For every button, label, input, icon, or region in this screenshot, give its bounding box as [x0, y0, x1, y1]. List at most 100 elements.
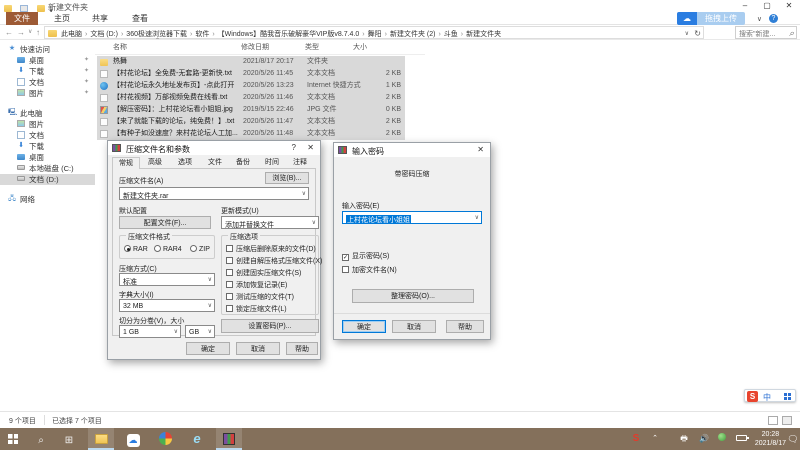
- file-row-txt[interactable]: 【来了就能下载的论坛，纯免费！】.txt 2020/5/26 11:47 文本文…: [97, 116, 405, 128]
- forward-icon[interactable]: →: [17, 28, 25, 37]
- method-select[interactable]: 标准: [119, 273, 215, 286]
- action-center-button[interactable]: 🗨: [786, 428, 800, 450]
- column-header-name[interactable]: 名称: [113, 42, 127, 52]
- sidebar-item-this-pc[interactable]: 🖳此电脑: [0, 108, 95, 119]
- start-button[interactable]: [0, 428, 26, 450]
- baidu-upload-overlay[interactable]: ☁ 拖拽上传: [677, 12, 745, 25]
- archive-name-input[interactable]: 新建文件夹.rar: [119, 187, 309, 200]
- radio-zip[interactable]: ZIP: [190, 245, 210, 253]
- baidu-netdisk-icon[interactable]: ☁: [677, 12, 697, 25]
- tray-360-safety-icon[interactable]: [714, 428, 730, 450]
- sidebar-item-downloads[interactable]: ⬇下载: [0, 66, 95, 77]
- sidebar-item-network[interactable]: 🖧网络: [0, 194, 95, 205]
- input-mode-indicator[interactable]: 中: [763, 392, 771, 403]
- tray-volume-icon[interactable]: 🔊: [696, 428, 712, 450]
- taskbar-winrar[interactable]: [216, 428, 242, 450]
- checkbox-recovery[interactable]: 添加恢复记录(E): [226, 280, 287, 290]
- taskbar-baidu-netdisk[interactable]: ☁: [120, 428, 146, 450]
- checkbox-lock[interactable]: 锁定压缩文件(L): [226, 304, 287, 314]
- rar-tab-general[interactable]: 常规: [112, 157, 140, 169]
- password-input[interactable]: 上村花论坛看小姐姐: [342, 211, 482, 224]
- breadcrumb-segment[interactable]: 【Windows】酷我音乐破解豪华VIP版v8.7.4.0: [218, 29, 368, 39]
- tab-file[interactable]: 文件: [6, 12, 38, 25]
- refresh-icon[interactable]: ↻: [694, 29, 701, 38]
- tab-share[interactable]: 共享: [84, 12, 116, 25]
- taskbar-search-button[interactable]: ⌕: [28, 428, 54, 450]
- update-mode-select[interactable]: 添加并替换文件: [221, 216, 319, 229]
- up-icon[interactable]: ↑: [36, 28, 40, 37]
- checkbox-solid[interactable]: 创建固实压缩文件(S): [226, 268, 301, 278]
- sidebar-item-pc-documents[interactable]: 文档: [0, 130, 95, 141]
- sidebar-item-pc-desktop[interactable]: 桌面: [0, 152, 95, 163]
- radio-rar[interactable]: RAR: [124, 245, 148, 253]
- split-unit-select[interactable]: GB: [185, 325, 215, 338]
- sidebar-item-drive-d[interactable]: 文档 (D:): [0, 174, 95, 185]
- set-password-button[interactable]: 设置密码(P)...: [221, 319, 319, 333]
- column-header-date[interactable]: 修改日期: [241, 42, 269, 52]
- tray-battery-icon[interactable]: [732, 428, 750, 450]
- file-row-txt[interactable]: 【有种子如没速度？来村花论坛人工加... 2020/5/26 11:48 文本文…: [97, 128, 405, 140]
- browse-button[interactable]: 浏览(B)...: [265, 172, 309, 184]
- help-icon[interactable]: ?: [769, 14, 778, 23]
- file-row-folder[interactable]: 热舞 2021/8/17 20:17 文件夹: [97, 56, 405, 68]
- taskbar-clock[interactable]: 20:28 2021/8/17: [755, 430, 786, 448]
- input-toolbox-icon[interactable]: [784, 393, 791, 400]
- file-row-txt[interactable]: 【村花视频】万部视频免费在线看.txt 2020/5/26 11:46 文本文档…: [97, 92, 405, 104]
- taskbar-internet-explorer[interactable]: e: [184, 428, 210, 450]
- password-cancel-button[interactable]: 取消: [392, 320, 436, 333]
- sidebar-item-documents[interactable]: 文档: [0, 77, 95, 88]
- details-view-icon[interactable]: [768, 416, 778, 425]
- sidebar-item-quick-access[interactable]: ★快速访问: [0, 44, 95, 55]
- checkbox-test[interactable]: 测试压缩的文件(T): [226, 292, 294, 302]
- breadcrumb-segment[interactable]: 软件: [195, 29, 217, 39]
- organize-passwords-button[interactable]: 整理密码(O)...: [352, 289, 474, 303]
- column-header-size[interactable]: 大小: [353, 42, 367, 52]
- breadcrumb-segment[interactable]: 舞阳: [368, 29, 390, 39]
- address-field[interactable]: 此电脑 文档 (D:) 360极速浏览器下载 软件 【Windows】酷我音乐破…: [44, 26, 704, 39]
- close-button[interactable]: ✕: [778, 0, 800, 12]
- dialog-close-icon[interactable]: ✕: [477, 145, 484, 154]
- taskbar-360-browser[interactable]: [152, 428, 178, 450]
- rar-cancel-button[interactable]: 取消: [236, 342, 280, 355]
- file-row-txt[interactable]: 【村花论坛】全免费-无套路-更新快.txt 2020/5/26 11:45 文本…: [97, 68, 405, 80]
- sidebar-item-pictures[interactable]: 图片: [0, 88, 95, 99]
- profiles-button[interactable]: 配置文件(F)...: [119, 216, 211, 229]
- breadcrumb-segment[interactable]: 新建文件夹 (2): [390, 29, 444, 39]
- tab-home[interactable]: 主页: [46, 12, 78, 25]
- file-row-shortcut[interactable]: 【村花论坛永久地址发布页】-点此打开 2020/5/26 13:23 Inter…: [97, 80, 405, 92]
- search-input[interactable]: 搜索"新建...: [735, 26, 797, 39]
- ribbon-collapse-icon[interactable]: ∨: [757, 15, 762, 23]
- task-view-button[interactable]: ⊞: [56, 428, 82, 450]
- sidebar-item-pc-downloads[interactable]: ⬇下载: [0, 141, 95, 152]
- dictionary-select[interactable]: 32 MB: [119, 299, 215, 312]
- dialog-close-icon[interactable]: ✕: [307, 143, 314, 152]
- back-icon[interactable]: ←: [5, 28, 13, 37]
- checkbox-delete-after[interactable]: 压缩后删除原来的文件(D): [226, 244, 316, 254]
- sidebar-item-drive-c[interactable]: 本地磁盘 (C:): [0, 163, 95, 174]
- drag-upload-button[interactable]: 拖拽上传: [697, 12, 745, 25]
- column-header-type[interactable]: 类型: [305, 42, 319, 52]
- tab-view[interactable]: 查看: [124, 12, 156, 25]
- split-size-select[interactable]: 1 GB: [119, 325, 181, 338]
- rar-help-button[interactable]: 帮助: [286, 342, 318, 355]
- taskbar-file-explorer[interactable]: [88, 428, 114, 450]
- recent-locations-icon[interactable]: ∨: [28, 28, 32, 35]
- breadcrumb-segment[interactable]: 斗鱼: [444, 29, 466, 39]
- sogou-logo-icon[interactable]: S: [747, 391, 758, 402]
- radio-rar4[interactable]: RAR4: [154, 245, 182, 253]
- breadcrumb-segment[interactable]: 此电脑: [61, 29, 90, 39]
- dialog-help-icon[interactable]: ?: [292, 143, 296, 152]
- checkbox-sfx[interactable]: 创建自解压格式压缩文件(X): [226, 256, 322, 266]
- password-ok-button[interactable]: 确定: [342, 320, 386, 333]
- checkbox-show-password[interactable]: ✓显示密码(S): [342, 251, 389, 261]
- tray-usb-icon[interactable]: 🖶: [676, 428, 692, 450]
- tray-sogou-icon[interactable]: S: [628, 428, 644, 450]
- breadcrumb-segment[interactable]: 360极速浏览器下载: [126, 29, 195, 39]
- checkbox-encrypt-names[interactable]: 加密文件名(N): [342, 265, 397, 275]
- sidebar-item-desktop[interactable]: 桌面: [0, 55, 95, 66]
- password-help-button[interactable]: 帮助: [446, 320, 484, 333]
- thumbnail-view-icon[interactable]: [782, 416, 792, 425]
- minimize-button[interactable]: –: [734, 0, 756, 12]
- tray-hidden-icons-chevron[interactable]: ⌃: [648, 428, 662, 450]
- maximize-button[interactable]: ▢: [756, 0, 778, 12]
